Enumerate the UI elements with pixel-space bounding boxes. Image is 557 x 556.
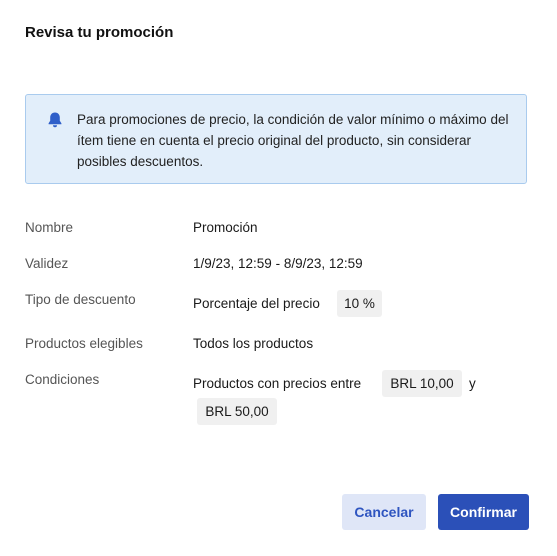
validity-label: Validez [25, 256, 69, 271]
dialog-title: Revisa tu promoción [25, 24, 174, 41]
discount-type-label: Tipo de descuento [25, 292, 136, 307]
name-label: Nombre [25, 220, 74, 235]
cancel-button[interactable]: Cancelar [342, 494, 426, 530]
conditions-text: Productos con precios entre [193, 376, 362, 391]
max-price-chip: BRL 50,00 [197, 398, 277, 425]
notice-text: Para promociones de precio, la condición… [77, 112, 509, 169]
validity-value: 1/9/23, 12:59 - 8/9/23, 12:59 [193, 256, 363, 271]
eligible-products-label: Productos elegibles [25, 336, 143, 351]
name-value: Promoción [193, 220, 258, 235]
eligible-products-value: Todos los productos [193, 336, 314, 351]
review-promotion-dialog: Revisa tu promoción Para promociones de … [0, 0, 557, 556]
discount-type-value: Porcentaje del precio [193, 296, 320, 311]
conditions-connector: y [469, 376, 476, 391]
discount-percent-chip: 10 % [337, 290, 382, 317]
confirm-button[interactable]: Confirmar [438, 494, 529, 530]
min-price-chip: BRL 10,00 [382, 370, 462, 397]
conditions-label: Condiciones [25, 372, 100, 387]
bell-icon [46, 111, 64, 129]
info-notice: Para promociones de precio, la condición… [25, 94, 527, 184]
